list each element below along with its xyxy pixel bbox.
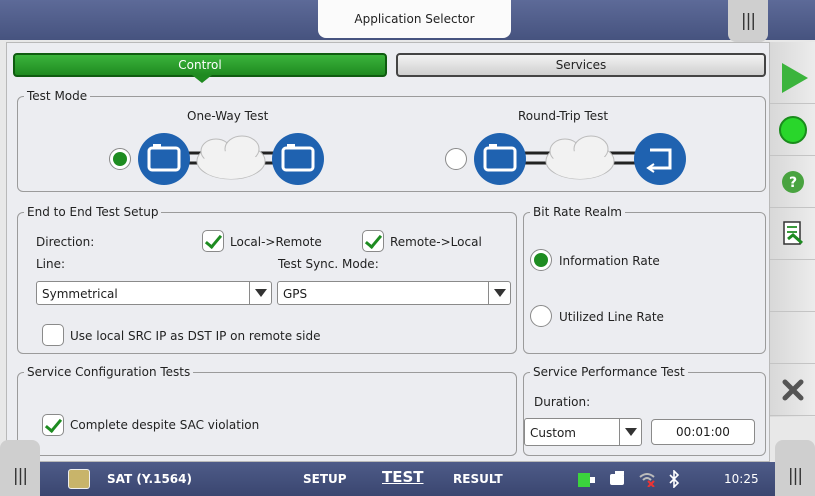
chevron-down-icon [488,282,510,304]
local-device-icon [474,133,526,185]
line-select[interactable]: Symmetrical [36,281,272,305]
duration-mode-value: Custom [530,426,576,440]
app-name[interactable]: SAT (Y.1564) [107,472,192,486]
information-rate-radio[interactable] [530,249,552,271]
cloud-icon [196,135,266,180]
use-src-ip-checkbox[interactable] [42,324,64,346]
grip-icon: ||| [12,466,28,486]
complete-despite-sac-checkbox[interactable] [42,414,64,436]
application-selector-label: Application Selector [354,12,475,26]
main-panel: Control Services Test Mode One-Way Test … [6,42,770,462]
local-to-remote-checkbox[interactable] [202,230,224,252]
status-light-button[interactable] [770,104,815,156]
play-icon [781,62,808,93]
test-sync-mode-select[interactable]: GPS [277,281,511,305]
usb-device-icon [610,471,624,485]
cloud-icon [545,135,615,180]
bottom-bar: SAT (Y.1564) SETUP TEST RESULT 10:25 [0,462,815,496]
utilized-line-rate-label: Utilized Line Rate [559,310,664,324]
round-trip-diagram [474,133,686,185]
e2e-setup-group: End to End Test Setup Direction: Local->… [17,205,517,354]
report-icon [782,220,803,245]
bottom-right-grip[interactable]: ||| [775,440,815,496]
remote-device-icon [272,133,324,185]
empty-slot [770,312,815,364]
use-src-ip-label: Use local SRC IP as DST IP on remote sid… [70,329,321,343]
svg-text:?: ? [788,175,796,191]
tab-services-label: Services [555,58,607,72]
chevron-down-icon [619,419,641,445]
information-rate-label: Information Rate [559,254,660,268]
top-grip-handle[interactable]: ||| [728,0,768,42]
test-mode-legend: Test Mode [24,89,91,103]
nav-result[interactable]: RESULT [453,472,503,486]
status-light-icon [778,115,807,144]
remote-to-local-label: Remote->Local [390,235,482,249]
line-label: Line: [36,257,66,271]
start-test-button[interactable] [770,52,815,104]
report-button[interactable] [770,208,815,260]
one-way-diagram [138,133,324,185]
complete-despite-sac-label: Complete despite SAC violation [70,418,260,432]
test-mode-group: Test Mode One-Way Test Round-Trip Test [17,89,766,192]
nav-setup[interactable]: SETUP [303,472,347,486]
grip-icon: ||| [740,11,756,31]
direction-label: Direction: [36,235,95,249]
service-perf-group: Service Performance Test Duration: Custo… [523,365,766,456]
chevron-down-icon [249,282,271,304]
bit-rate-realm-group: Bit Rate Realm Information Rate Utilized… [523,205,766,354]
sat-app-icon [68,469,90,489]
help-icon: ? [781,170,804,193]
service-config-group: Service Configuration Tests Complete des… [17,365,517,456]
service-config-legend: Service Configuration Tests [24,365,194,379]
bit-rate-realm-legend: Bit Rate Realm [530,205,625,219]
round-trip-label: Round-Trip Test [518,109,609,123]
duration-time-value: 00:01:00 [676,425,730,439]
right-sidebar: ? [770,42,815,417]
tab-control[interactable]: Control [13,53,387,83]
one-way-radio[interactable] [109,148,131,170]
help-button[interactable]: ? [770,156,815,208]
bottom-left-grip[interactable]: ||| [0,440,40,496]
close-button[interactable] [770,364,815,416]
empty-slot [770,260,815,312]
tab-services[interactable]: Services [396,53,766,77]
test-sync-mode-label: Test Sync. Mode: [278,257,379,271]
local-to-remote-label: Local->Remote [230,235,322,249]
one-way-label: One-Way Test [187,109,269,123]
remote-to-local-checkbox[interactable] [362,230,384,252]
line-select-value: Symmetrical [42,287,118,301]
grip-icon: ||| [787,466,803,486]
loopback-device-icon [634,133,686,185]
battery-plug-icon [578,473,595,487]
bluetooth-icon [669,470,680,488]
clock-time: 10:25 [724,472,759,486]
application-selector-button[interactable]: Application Selector [318,0,511,38]
wifi-off-icon [639,473,655,487]
nav-test[interactable]: TEST [382,468,424,486]
duration-time-input[interactable]: 00:01:00 [651,419,755,445]
local-device-icon [138,133,190,185]
tab-control-label: Control [178,58,222,72]
test-sync-mode-value: GPS [283,287,308,301]
duration-label: Duration: [534,395,591,409]
e2e-setup-legend: End to End Test Setup [24,205,162,219]
duration-mode-select[interactable]: Custom [524,418,642,446]
service-perf-legend: Service Performance Test [530,365,688,379]
utilized-line-rate-radio[interactable] [530,305,552,327]
close-icon [782,379,803,400]
round-trip-radio[interactable] [445,148,467,170]
